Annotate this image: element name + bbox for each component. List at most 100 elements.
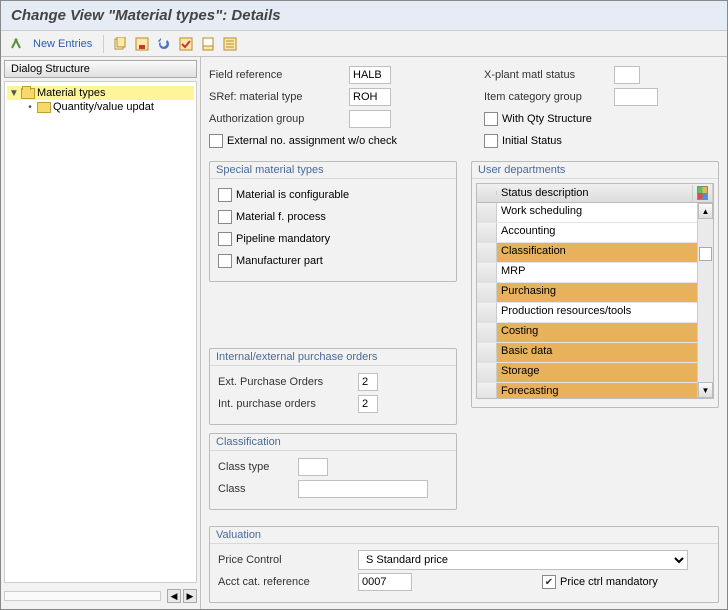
purchase-orders-group: Internal/external purchase orders Ext. P… xyxy=(209,348,457,425)
classification-title: Classification xyxy=(210,434,456,451)
status-description-cell: Production resources/tools xyxy=(497,303,713,322)
status-description-cell: Costing xyxy=(497,323,713,342)
toolbar: New Entries xyxy=(1,31,727,57)
row-handle[interactable] xyxy=(477,303,497,322)
row-handle[interactable] xyxy=(477,363,497,382)
select-icon[interactable] xyxy=(177,35,195,53)
row-handle[interactable] xyxy=(477,323,497,342)
external-no-assignment-label: External no. assignment w/o check xyxy=(227,135,397,147)
acct-cat-reference-input[interactable] xyxy=(358,573,412,591)
details-pane: Field reference SRef: material type Auth… xyxy=(201,57,727,609)
table-row[interactable]: Production resources/tools xyxy=(477,303,713,323)
status-description-header[interactable]: Status description xyxy=(497,185,693,201)
xplant-status-label: X-plant matl status xyxy=(484,69,614,81)
authorization-group-label: Authorization group xyxy=(209,113,349,125)
field-reference-input[interactable] xyxy=(349,66,391,84)
table-settings-icon[interactable] xyxy=(693,184,713,202)
valuation-group: Valuation Price Control S Standard price… xyxy=(209,526,719,603)
tree-node-quantity-value[interactable]: • Quantity/value updat xyxy=(7,100,194,114)
pipeline-mandatory-checkbox[interactable] xyxy=(218,232,232,246)
special-material-types-title: Special material types xyxy=(210,162,456,179)
item-category-group-input[interactable] xyxy=(614,88,658,106)
class-input[interactable] xyxy=(298,480,428,498)
scroll-up-icon[interactable]: ▲ xyxy=(698,203,713,219)
external-no-assignment-checkbox[interactable] xyxy=(209,134,223,148)
row-handle[interactable] xyxy=(477,223,497,242)
price-ctrl-mandatory-checkbox[interactable] xyxy=(542,575,556,589)
authorization-group-input[interactable] xyxy=(349,110,391,128)
tree-label: Quantity/value updat xyxy=(53,101,154,113)
row-handle[interactable] xyxy=(477,203,497,222)
row-select-header[interactable] xyxy=(477,191,497,195)
scroll-left-icon[interactable]: ◀ xyxy=(167,589,181,603)
doc-icon[interactable] xyxy=(199,35,217,53)
table-row[interactable]: Work scheduling xyxy=(477,203,713,223)
initial-status-checkbox[interactable] xyxy=(484,134,498,148)
table-row[interactable]: Costing xyxy=(477,323,713,343)
table-vscroll[interactable]: ▲ ▼ xyxy=(697,203,713,398)
row-handle[interactable] xyxy=(477,283,497,302)
status-description-cell: Storage xyxy=(497,363,713,382)
material-process-label: Material f. process xyxy=(236,211,326,223)
classification-group: Classification Class type Class xyxy=(209,433,457,510)
int-purchase-orders-input[interactable] xyxy=(358,395,378,413)
xplant-status-input[interactable] xyxy=(614,66,640,84)
user-departments-table[interactable]: Status description Work schedulingAccoun… xyxy=(476,183,714,399)
undo-icon[interactable] xyxy=(155,35,173,53)
valuation-title: Valuation xyxy=(210,527,718,544)
row-handle[interactable] xyxy=(477,383,497,398)
purchase-orders-title: Internal/external purchase orders xyxy=(210,349,456,366)
class-type-label: Class type xyxy=(218,461,298,473)
dialog-structure-title: Dialog Structure xyxy=(4,60,197,78)
tree-hscroll[interactable]: ◀ ▶ xyxy=(4,586,197,606)
scroll-right-icon[interactable]: ▶ xyxy=(183,589,197,603)
folder-open-icon xyxy=(21,88,35,99)
pipeline-mandatory-label: Pipeline mandatory xyxy=(236,233,330,245)
tree-label: Material types xyxy=(37,87,105,99)
material-process-checkbox[interactable] xyxy=(218,210,232,224)
table-row[interactable]: Forecasting xyxy=(477,383,713,398)
user-departments-group: User departments Status description Work… xyxy=(471,161,719,408)
table-row[interactable]: Classification xyxy=(477,243,713,263)
ext-purchase-orders-input[interactable] xyxy=(358,373,378,391)
dialog-structure-tree[interactable]: ▼ Material types • Quantity/value updat xyxy=(4,81,197,583)
collapse-icon[interactable]: ▼ xyxy=(9,88,19,99)
new-entries-button[interactable]: New Entries xyxy=(29,36,96,52)
sref-material-type-input[interactable] xyxy=(349,88,391,106)
table-row[interactable]: Purchasing xyxy=(477,283,713,303)
folder-icon xyxy=(37,102,51,113)
scroll-down-icon[interactable]: ▼ xyxy=(698,382,713,398)
tree-node-material-types[interactable]: ▼ Material types xyxy=(7,86,194,100)
row-handle[interactable] xyxy=(477,343,497,362)
copy-icon[interactable] xyxy=(111,35,129,53)
class-type-input[interactable] xyxy=(298,458,328,476)
initial-status-label: Initial Status xyxy=(502,135,562,147)
status-description-cell: Classification xyxy=(497,243,713,262)
table-row[interactable]: Basic data xyxy=(477,343,713,363)
toggle-icon[interactable] xyxy=(7,35,25,53)
status-description-cell: Work scheduling xyxy=(497,203,713,222)
status-description-cell: Purchasing xyxy=(497,283,713,302)
manufacturer-part-checkbox[interactable] xyxy=(218,254,232,268)
special-material-types-group: Special material types Material is confi… xyxy=(209,161,457,282)
status-description-cell: Forecasting xyxy=(497,383,713,398)
status-description-cell: Basic data xyxy=(497,343,713,362)
list-icon[interactable] xyxy=(221,35,239,53)
status-description-cell: Accounting xyxy=(497,223,713,242)
page-title: Change View "Material types": Details xyxy=(1,1,727,31)
material-configurable-label: Material is configurable xyxy=(236,189,349,201)
save-icon[interactable] xyxy=(133,35,151,53)
price-control-select[interactable]: S Standard price xyxy=(358,550,688,570)
material-configurable-checkbox[interactable] xyxy=(218,188,232,202)
row-handle[interactable] xyxy=(477,243,497,262)
table-row[interactable]: MRP xyxy=(477,263,713,283)
price-control-label: Price Control xyxy=(218,554,358,566)
ext-purchase-orders-label: Ext. Purchase Orders xyxy=(218,376,358,388)
row-handle[interactable] xyxy=(477,263,497,282)
table-row[interactable]: Storage xyxy=(477,363,713,383)
table-row[interactable]: Accounting xyxy=(477,223,713,243)
with-qty-structure-label: With Qty Structure xyxy=(502,113,592,125)
with-qty-structure-checkbox[interactable] xyxy=(484,112,498,126)
item-category-group-label: Item category group xyxy=(484,91,614,103)
manufacturer-part-label: Manufacturer part xyxy=(236,255,323,267)
